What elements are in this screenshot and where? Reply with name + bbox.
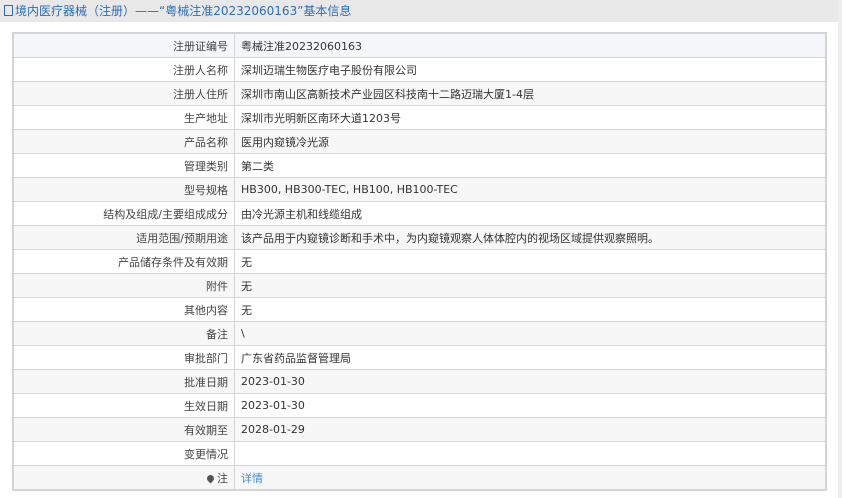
field-label: 产品储存条件及有效期 bbox=[12, 249, 235, 274]
field-value: 2023-01-30 bbox=[234, 369, 827, 394]
table-row: 注详情 bbox=[12, 465, 827, 491]
table-row: 产品储存条件及有效期无 bbox=[12, 249, 827, 274]
table-row: 其他内容无 bbox=[12, 297, 827, 322]
field-label: 注册证编号 bbox=[12, 32, 235, 58]
field-label: 注册人住所 bbox=[12, 81, 235, 106]
field-value: 无 bbox=[234, 249, 827, 274]
table-row: 生产地址 深圳市光明新区南环大道1203号 bbox=[12, 105, 827, 130]
field-label: 生产地址 bbox=[12, 105, 235, 130]
note-label: 注 bbox=[217, 471, 228, 485]
table-row: 注册人名称 深圳迈瑞生物医疗电子股份有限公司 bbox=[12, 57, 827, 82]
field-value: 无 bbox=[234, 297, 827, 322]
table-row: 有效期至 2028-01-29 bbox=[12, 417, 827, 442]
field-label: 产品名称 bbox=[12, 129, 235, 154]
field-label: 注 bbox=[12, 465, 235, 491]
info-table: 注册证编号 粤械注准20232060163 注册人名称 深圳迈瑞生物医疗电子股份有限公… bbox=[12, 32, 827, 491]
table-row: 备注 \ bbox=[12, 321, 827, 346]
field-value: 第二类 bbox=[234, 153, 827, 178]
table-row: 管理类别 第二类 bbox=[12, 153, 827, 178]
field-value: 由冷光源主机和线缆组成 bbox=[234, 201, 827, 226]
field-label: 其他内容 bbox=[12, 297, 235, 322]
field-label: 适用范围/预期用途 bbox=[12, 225, 235, 250]
field-label: 注册人名称 bbox=[12, 57, 235, 82]
page-title: 境内医疗器械（注册）——“粤械注准20232060163”基本信息 bbox=[15, 4, 352, 18]
field-label: 变更情况 bbox=[12, 441, 235, 466]
field-value: 广东省药品监督管理局 bbox=[234, 345, 827, 370]
field-value: HB300, HB300-TEC, HB100, HB100-TEC bbox=[234, 177, 827, 202]
field-value: 该产品用于内窥镜诊断和手术中，为内窥镜观察人体体腔内的视场区域提供观察照明。 bbox=[234, 225, 827, 250]
table-row: 注册人住所 深圳市南山区高新技术产业园区科技南十二路迈瑞大厦1-4层 bbox=[12, 81, 827, 106]
field-label: 审批部门 bbox=[12, 345, 235, 370]
field-label: 附件 bbox=[12, 273, 235, 298]
field-value: 深圳市南山区高新技术产业园区科技南十二路迈瑞大厦1-4层 bbox=[234, 81, 827, 106]
field-label: 备注 bbox=[12, 321, 235, 346]
table-row: 结构及组成/主要组成成分 由冷光源主机和线缆组成 bbox=[12, 201, 827, 226]
field-value: 无 bbox=[234, 273, 827, 298]
field-value: 深圳市光明新区南环大道1203号 bbox=[234, 105, 827, 130]
details-link[interactable]: 详情 bbox=[241, 472, 263, 485]
field-label: 生效日期 bbox=[12, 393, 235, 418]
field-value: 粤械注准20232060163 bbox=[234, 32, 827, 58]
field-label: 有效期至 bbox=[12, 417, 235, 442]
table-row: 审批部门 广东省药品监督管理局 bbox=[12, 345, 827, 370]
table-row: 附件无 bbox=[12, 273, 827, 298]
table-row: 生效日期 2023-01-30 bbox=[12, 393, 827, 418]
field-value: 医用内窥镜冷光源 bbox=[234, 129, 827, 154]
field-value: 2023-01-30 bbox=[234, 393, 827, 418]
page-header: 境内医疗器械（注册）——“粤械注准20232060163”基本信息 bbox=[0, 0, 838, 22]
field-label: 批准日期 bbox=[12, 369, 235, 394]
document-icon bbox=[4, 5, 13, 16]
field-value: 深圳迈瑞生物医疗电子股份有限公司 bbox=[234, 57, 827, 82]
table-row: 批准日期 2023-01-30 bbox=[12, 369, 827, 394]
field-value: 2028-01-29 bbox=[234, 417, 827, 442]
scrollbar[interactable] bbox=[838, 0, 842, 498]
field-value bbox=[234, 441, 827, 466]
table-row: 型号规格 HB300, HB300-TEC, HB100, HB100-TEC bbox=[12, 177, 827, 202]
table-row: 产品名称 医用内窥镜冷光源 bbox=[12, 129, 827, 154]
field-label: 结构及组成/主要组成成分 bbox=[12, 201, 235, 226]
field-value: \ bbox=[234, 321, 827, 346]
pin-icon bbox=[205, 473, 216, 483]
table-row: 注册证编号 粤械注准20232060163 bbox=[12, 32, 827, 58]
table-row: 适用范围/预期用途 该产品用于内窥镜诊断和手术中，为内窥镜观察人体体腔内的视场区域… bbox=[12, 225, 827, 250]
field-label: 型号规格 bbox=[12, 177, 235, 202]
field-label: 管理类别 bbox=[12, 153, 235, 178]
table-row: 变更情况 bbox=[12, 441, 827, 466]
field-value: 详情 bbox=[234, 465, 827, 491]
